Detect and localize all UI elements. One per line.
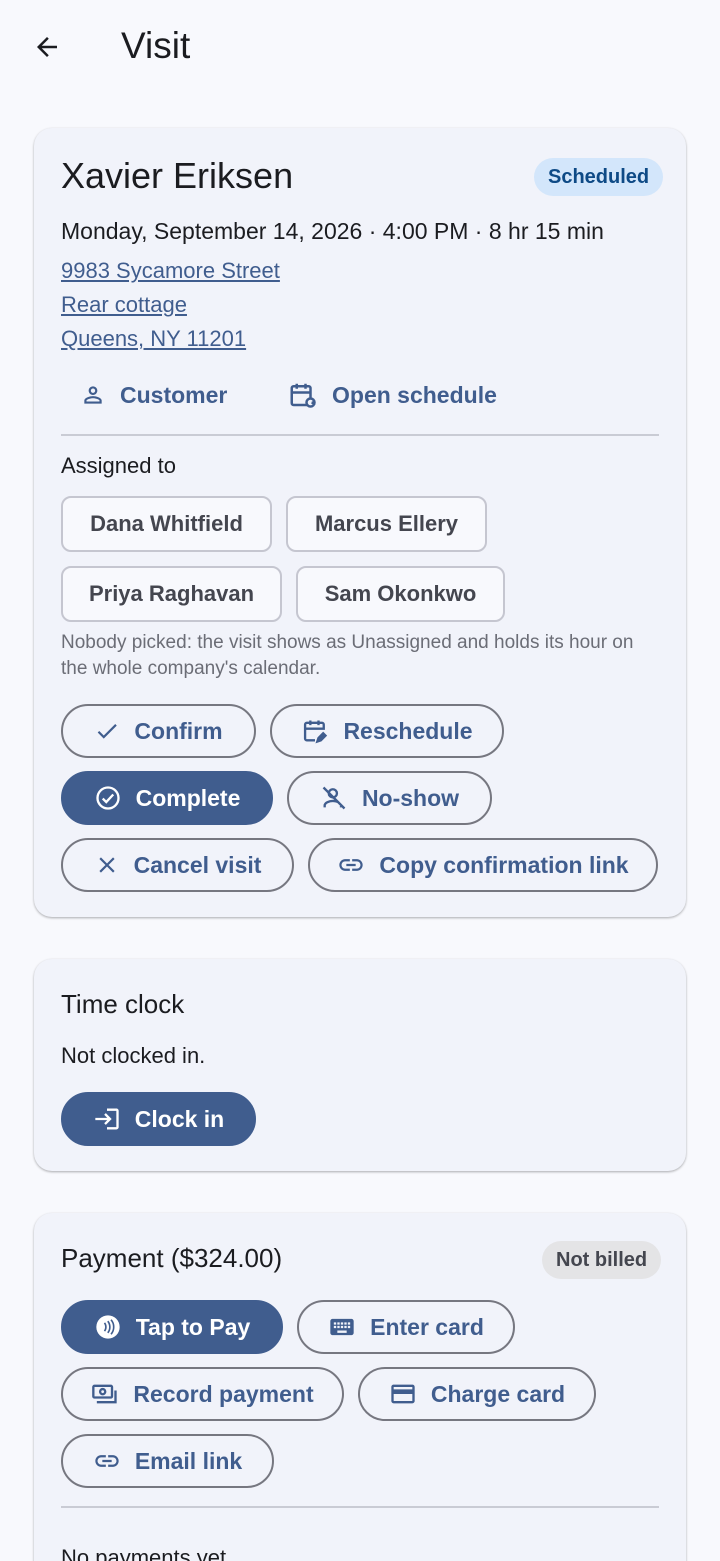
cancel-visit-button[interactable]: Cancel visit	[61, 838, 294, 892]
staff-chip-dana-whitfield[interactable]: Dana Whitfield	[61, 496, 272, 552]
calendar-refresh-icon	[288, 380, 318, 410]
charge-card-label: Charge card	[430, 1380, 566, 1407]
time-clock-title: Time clock	[61, 989, 185, 1019]
open-schedule-button[interactable]: Open schedule	[288, 371, 497, 419]
clock-status: Not clocked in.	[61, 1043, 206, 1068]
address-line-3[interactable]: Queens, NY 11201	[61, 324, 246, 354]
charge-card-button[interactable]: Charge card	[358, 1367, 596, 1421]
login-icon	[93, 1105, 121, 1133]
customer-name: Xavier Eriksen	[61, 155, 294, 196]
contactless-icon	[94, 1313, 122, 1341]
divider	[61, 1506, 659, 1508]
credit-card-icon	[389, 1380, 417, 1408]
reschedule-label: Reschedule	[343, 717, 473, 744]
cancel-visit-label: Cancel visit	[133, 851, 262, 878]
email-link-label: Email link	[134, 1447, 243, 1474]
confirm-label: Confirm	[134, 717, 223, 744]
staff-chip-priya-raghavan[interactable]: Priya Raghavan	[61, 566, 282, 622]
customer-button-label: Customer	[120, 381, 228, 408]
assigned-to-label: Assigned to	[61, 453, 176, 478]
top-app-bar: Visit	[0, 0, 720, 94]
keyboard-icon	[328, 1313, 356, 1341]
payment-card: Payment ($324.00) Not billed Tap to Pay …	[34, 1213, 686, 1561]
clock-in-button[interactable]: Clock in	[61, 1092, 256, 1146]
enter-card-button[interactable]: Enter card	[297, 1300, 515, 1354]
clock-in-label: Clock in	[134, 1105, 225, 1132]
link-icon	[93, 1447, 121, 1475]
assignment-helper-text: Nobody picked: the visit shows as Unassi…	[61, 632, 634, 679]
check-icon	[94, 718, 120, 744]
complete-label: Complete	[135, 784, 241, 811]
visit-datetime: Monday, September 14, 2026 · 4:00 PM · 8…	[61, 218, 604, 244]
close-icon	[94, 852, 120, 878]
tap-to-pay-button[interactable]: Tap to Pay	[61, 1300, 283, 1354]
check-circle-icon	[94, 784, 122, 812]
address-line-1[interactable]: 9983 Sycamore Street	[61, 256, 280, 286]
payments-icon	[91, 1380, 119, 1408]
person-icon	[80, 382, 106, 408]
arrow-back-icon	[32, 32, 62, 62]
billing-status-badge: Not billed	[542, 1241, 662, 1279]
no-show-button[interactable]: No-show	[287, 771, 492, 825]
page-title: Visit	[121, 25, 191, 66]
status-badge: Scheduled	[534, 158, 664, 196]
email-link-button[interactable]: Email link	[61, 1434, 274, 1488]
staff-chip-sam-okonkwo[interactable]: Sam Okonkwo	[296, 566, 505, 622]
customer-button[interactable]: Customer	[80, 371, 227, 419]
confirm-button[interactable]: Confirm	[61, 704, 256, 758]
copy-confirmation-link-label: Copy confirmation link	[379, 851, 629, 878]
complete-button[interactable]: Complete	[61, 771, 273, 825]
tap-to-pay-label: Tap to Pay	[135, 1313, 251, 1340]
back-button[interactable]	[22, 22, 72, 72]
divider	[61, 434, 659, 436]
link-icon	[337, 851, 365, 879]
staff-chip-marcus-ellery[interactable]: Marcus Ellery	[286, 496, 487, 552]
no-show-label: No-show	[361, 784, 460, 811]
calendar-edit-icon	[301, 717, 329, 745]
reschedule-button[interactable]: Reschedule	[270, 704, 504, 758]
copy-confirmation-link-button[interactable]: Copy confirmation link	[308, 838, 658, 892]
time-clock-card: Time clock Not clocked in. Clock in	[34, 959, 686, 1171]
record-payment-label: Record payment	[133, 1380, 314, 1407]
visit-details-card: Xavier Eriksen Scheduled Monday, Septemb…	[34, 128, 686, 917]
record-payment-button[interactable]: Record payment	[61, 1367, 344, 1421]
no-payments-text: No payments yet.	[61, 1545, 233, 1561]
person-off-icon	[320, 784, 348, 812]
open-schedule-label: Open schedule	[332, 381, 497, 408]
payment-title: Payment ($324.00)	[61, 1243, 283, 1273]
address-line-2[interactable]: Rear cottage	[61, 290, 187, 320]
enter-card-label: Enter card	[370, 1313, 484, 1340]
